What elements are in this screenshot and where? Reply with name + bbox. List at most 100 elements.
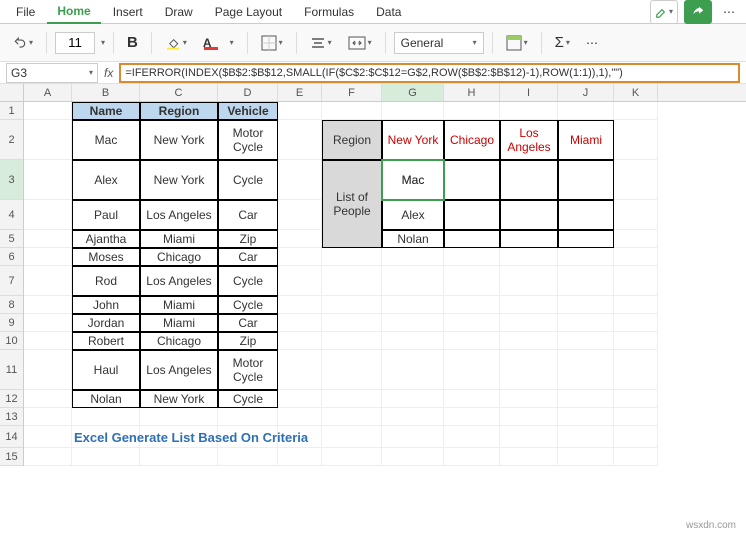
font-size-input[interactable]: [55, 32, 95, 54]
cell[interactable]: Moses: [72, 248, 140, 266]
cell[interactable]: Robert: [72, 332, 140, 350]
share-button[interactable]: [684, 0, 712, 24]
fx-label[interactable]: fx: [98, 66, 119, 80]
cell[interactable]: [382, 332, 444, 350]
cell[interactable]: [382, 350, 444, 390]
cell[interactable]: [322, 248, 382, 266]
cell[interactable]: [614, 408, 658, 426]
cell[interactable]: Los Angeles: [500, 120, 558, 160]
cell[interactable]: [278, 314, 322, 332]
cell[interactable]: [614, 448, 658, 466]
row-header-13[interactable]: 13: [0, 408, 23, 426]
cell[interactable]: [614, 390, 658, 408]
cell[interactable]: [558, 426, 614, 448]
row-header-8[interactable]: 8: [0, 296, 23, 314]
cell[interactable]: [278, 332, 322, 350]
tab-insert[interactable]: Insert: [103, 1, 153, 23]
autosum-button[interactable]: Σ▾: [550, 30, 575, 56]
col-header-A[interactable]: A: [24, 84, 72, 101]
cell[interactable]: John: [72, 296, 140, 314]
cell[interactable]: [24, 332, 72, 350]
cell[interactable]: [614, 266, 658, 296]
row-header-2[interactable]: 2: [0, 120, 23, 160]
number-format-select[interactable]: General▾: [394, 32, 484, 54]
cell[interactable]: Zip: [218, 230, 278, 248]
cell[interactable]: [500, 102, 558, 120]
tab-data[interactable]: Data: [366, 1, 411, 23]
cell[interactable]: [614, 230, 658, 248]
tab-formulas[interactable]: Formulas: [294, 1, 364, 23]
cell[interactable]: [444, 350, 500, 390]
cell[interactable]: [558, 230, 614, 248]
cell[interactable]: Motor Cycle: [218, 120, 278, 160]
cell[interactable]: Mac: [72, 120, 140, 160]
cell[interactable]: Nolan: [72, 390, 140, 408]
cell[interactable]: [444, 230, 500, 248]
cell[interactable]: [444, 296, 500, 314]
cell[interactable]: Chicago: [444, 120, 500, 160]
row-header-9[interactable]: 9: [0, 314, 23, 332]
undo-button[interactable]: ▾: [8, 30, 38, 56]
cell[interactable]: [558, 160, 614, 200]
cell[interactable]: Cycle: [218, 160, 278, 200]
cell[interactable]: [444, 332, 500, 350]
cell[interactable]: [500, 390, 558, 408]
cell[interactable]: [500, 266, 558, 296]
bold-button[interactable]: B: [122, 30, 143, 56]
cell[interactable]: [24, 408, 72, 426]
cell[interactable]: [278, 248, 322, 266]
cell[interactable]: New York: [382, 120, 444, 160]
cell[interactable]: Rod: [72, 266, 140, 296]
cell[interactable]: [24, 314, 72, 332]
fill-color-button[interactable]: ▾: [160, 30, 192, 56]
cell[interactable]: [444, 200, 500, 230]
cell[interactable]: Region: [140, 102, 218, 120]
cell[interactable]: [278, 408, 322, 426]
cell[interactable]: [382, 448, 444, 466]
cell[interactable]: [558, 332, 614, 350]
cell[interactable]: Alex: [72, 160, 140, 200]
cell[interactable]: Motor Cycle: [218, 350, 278, 390]
row-header-6[interactable]: 6: [0, 248, 23, 266]
cell[interactable]: Zip: [218, 332, 278, 350]
col-header-E[interactable]: E: [278, 84, 322, 101]
col-header-F[interactable]: F: [322, 84, 382, 101]
cell[interactable]: [558, 248, 614, 266]
row-header-15[interactable]: 15: [0, 448, 23, 466]
cell[interactable]: [500, 448, 558, 466]
cell[interactable]: [500, 200, 558, 230]
cell[interactable]: [614, 102, 658, 120]
cell[interactable]: New York: [140, 160, 218, 200]
cell[interactable]: [382, 266, 444, 296]
cell[interactable]: [24, 120, 72, 160]
cell[interactable]: Mac: [382, 160, 444, 200]
cell[interactable]: Nolan: [382, 230, 444, 248]
cell[interactable]: [558, 296, 614, 314]
cell[interactable]: [614, 160, 658, 200]
cell[interactable]: [278, 296, 322, 314]
cell[interactable]: [382, 314, 444, 332]
cell[interactable]: Cycle: [218, 266, 278, 296]
cell[interactable]: Jordan: [72, 314, 140, 332]
cell[interactable]: [322, 266, 382, 296]
cell[interactable]: Name: [72, 102, 140, 120]
cell[interactable]: [500, 350, 558, 390]
cell[interactable]: Miami: [558, 120, 614, 160]
cell[interactable]: [500, 160, 558, 200]
cell[interactable]: [444, 248, 500, 266]
cell[interactable]: [444, 266, 500, 296]
col-header-B[interactable]: B: [72, 84, 140, 101]
cell[interactable]: [444, 314, 500, 332]
row-header-10[interactable]: 10: [0, 332, 23, 350]
cell[interactable]: [278, 160, 322, 200]
col-header-K[interactable]: K: [614, 84, 658, 101]
cell[interactable]: [24, 160, 72, 200]
cell[interactable]: [322, 408, 382, 426]
row-header-11[interactable]: 11: [0, 350, 23, 390]
cell[interactable]: [140, 408, 218, 426]
cell[interactable]: Paul: [72, 200, 140, 230]
cell[interactable]: [278, 102, 322, 120]
cell[interactable]: [24, 230, 72, 248]
cell[interactable]: [500, 314, 558, 332]
cell[interactable]: Miami: [140, 296, 218, 314]
